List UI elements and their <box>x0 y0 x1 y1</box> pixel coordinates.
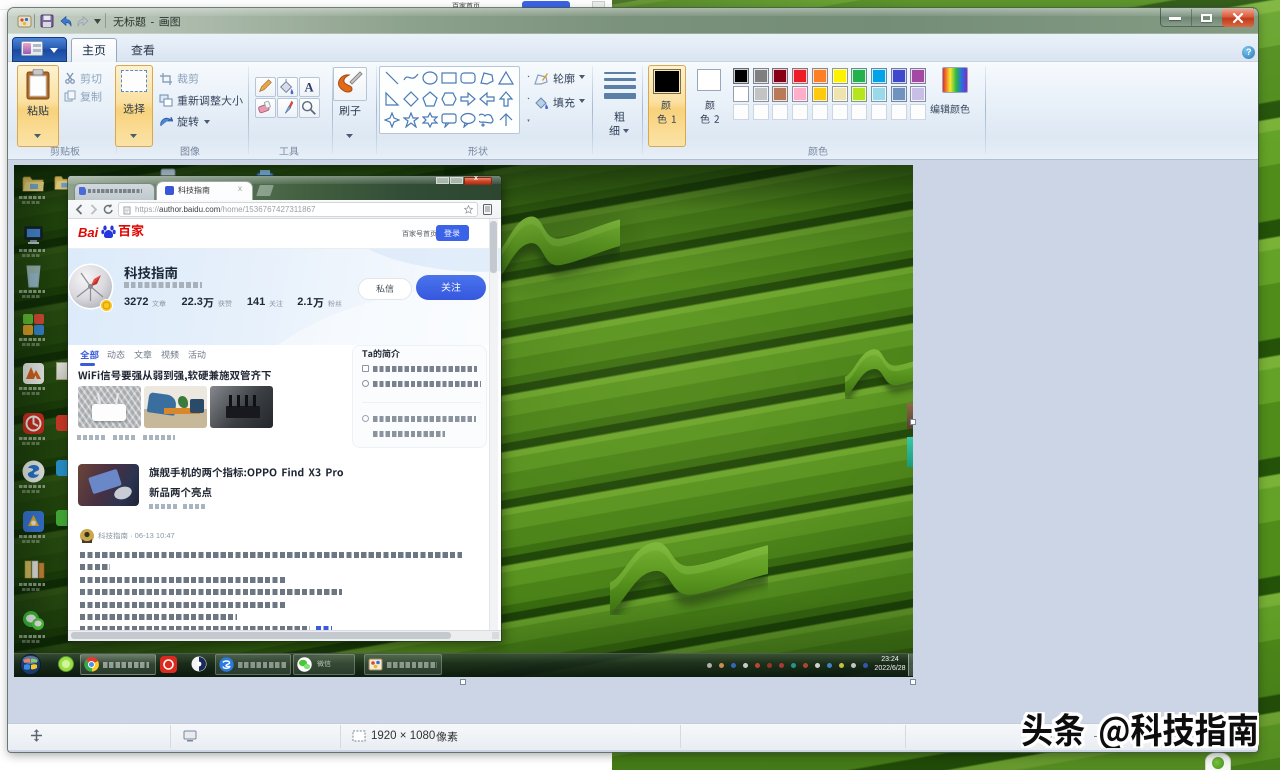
svg-text:A: A <box>304 81 313 95</box>
